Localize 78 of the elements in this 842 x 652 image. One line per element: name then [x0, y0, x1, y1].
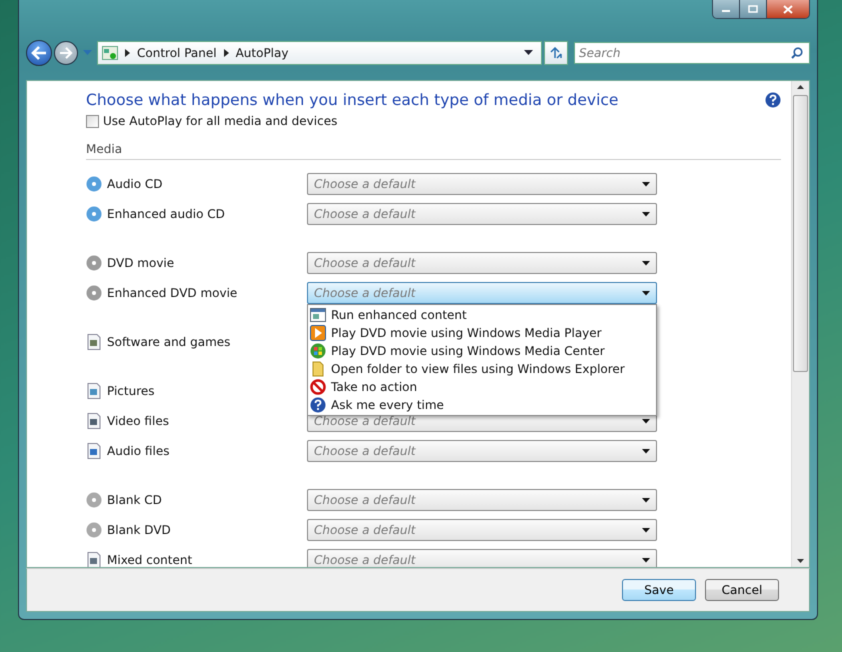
search-field[interactable]: Search	[574, 42, 810, 64]
file-icon	[86, 443, 102, 459]
checkbox[interactable]	[86, 114, 99, 128]
media-label: Enhanced audio CD	[107, 207, 226, 221]
dropdown-option[interactable]: Play DVD movie using Windows Media Player	[310, 324, 654, 342]
maximize-icon	[748, 5, 758, 13]
caret-icon	[642, 558, 650, 562]
caret-icon	[642, 448, 650, 454]
disc-icon	[86, 522, 102, 538]
dropdown-option[interactable]: Run enhanced content	[310, 306, 654, 324]
disc-icon	[86, 176, 102, 192]
media-label: Mixed content	[107, 553, 194, 567]
breadcrumb-arrow-icon	[224, 49, 229, 57]
caret-icon	[642, 182, 650, 186]
close-button[interactable]	[767, 0, 809, 18]
flag-icon	[310, 343, 326, 359]
address-bar[interactable]: Control Panel AutoPlay	[97, 41, 542, 65]
disc-icon	[86, 285, 102, 301]
breadcrumb-arrow-icon	[125, 49, 130, 57]
back-arrow-icon	[31, 46, 47, 60]
disc-icon	[86, 255, 102, 271]
refresh-button[interactable]	[544, 41, 568, 65]
media-label: Enhanced DVD movie	[107, 286, 238, 300]
maximize-button[interactable]	[740, 0, 767, 18]
scrollbar[interactable]	[791, 81, 809, 567]
checkbox-label: Use AutoPlay for all media and devices	[103, 114, 338, 128]
media-label: Audio files	[107, 444, 170, 458]
dropdown[interactable]: Choose a default	[307, 549, 657, 567]
scroll-up-icon[interactable]	[797, 85, 804, 89]
window-icon	[310, 308, 326, 322]
breadcrumb[interactable]: Control Panel	[137, 46, 217, 60]
media-label: DVD movie	[107, 256, 176, 270]
scroll-down-icon[interactable]	[797, 559, 804, 563]
folder-icon	[310, 361, 326, 377]
file-icon	[86, 383, 102, 399]
dropdown[interactable]: Choose a default	[307, 440, 657, 462]
section-title: Media	[86, 142, 124, 156]
close-icon	[783, 4, 793, 14]
caret-icon	[642, 418, 650, 424]
caret-icon	[642, 212, 650, 216]
disc-icon	[86, 492, 102, 508]
dialog-button[interactable]: Save	[622, 579, 696, 601]
play-icon	[310, 325, 326, 341]
dropdown[interactable]: Choose a default	[307, 173, 657, 195]
media-label: Audio CD	[107, 177, 164, 191]
back-button[interactable]	[26, 40, 52, 66]
forward-arrow-icon	[59, 47, 73, 59]
prohibited-icon	[310, 379, 326, 395]
dialog-button[interactable]: Cancel	[705, 579, 779, 601]
caret-icon	[642, 260, 650, 266]
media-label: Pictures	[107, 384, 156, 398]
dropdown-arrow-icon[interactable]	[524, 50, 533, 56]
media-label: Blank DVD	[107, 523, 172, 537]
dropdown[interactable]: Choose a default	[307, 489, 657, 511]
control-panel-icon	[102, 46, 118, 60]
caret-icon	[642, 498, 650, 502]
media-label: Blank CD	[107, 493, 163, 507]
dropdown-option[interactable]: Open folder to view files using Windows Explorer	[310, 360, 654, 378]
disc-icon	[86, 206, 102, 222]
page-heading: Choose what happens when you insert each type of media or device	[86, 91, 618, 109]
dropdown-option[interactable]: Play DVD movie using Windows Media Center	[310, 342, 654, 360]
help-icon	[310, 397, 326, 413]
file-icon	[86, 334, 102, 350]
media-label: Software and games	[107, 335, 232, 349]
dropdown[interactable]: Choose a default	[307, 519, 657, 541]
breadcrumb[interactable]: AutoPlay	[236, 46, 288, 60]
forward-button[interactable]	[54, 41, 78, 65]
caret-icon	[642, 290, 650, 296]
search-icon	[791, 47, 803, 59]
dropdown[interactable]: Choose a default	[307, 252, 657, 274]
minimize-button[interactable]	[713, 0, 740, 18]
media-label: Video files	[107, 414, 170, 428]
caret-icon	[642, 528, 650, 532]
help-icon[interactable]	[765, 92, 781, 108]
dropdown-option[interactable]: Take no action	[310, 378, 654, 396]
refresh-icon	[549, 47, 563, 59]
dropdown[interactable]: Choose a default	[307, 203, 657, 225]
file-icon	[86, 413, 102, 429]
